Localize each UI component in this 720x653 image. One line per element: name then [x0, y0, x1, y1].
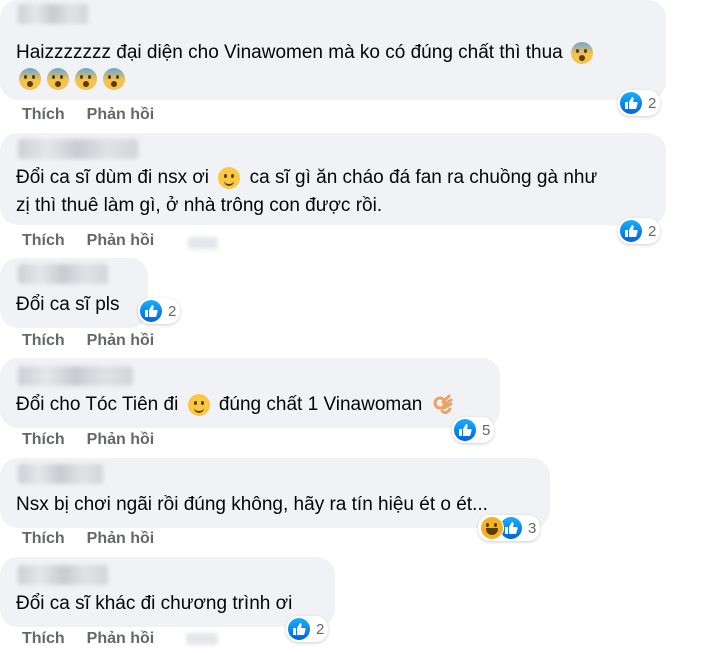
comment-actions: Thích Phản hồi: [22, 332, 176, 350]
ok-hand-icon: [432, 394, 454, 416]
comment-actions: Thích Phản hồi: [22, 431, 176, 449]
anxious-face-icon: [47, 67, 69, 90]
reaction-count: 3: [528, 519, 537, 537]
smile-icon: [187, 393, 210, 416]
anxious-face-icon: [103, 67, 125, 90]
commenter-name-blurred: [18, 464, 103, 484]
commenter-name-blurred: [18, 366, 133, 386]
comment-text: Haizzzzzzz đại diện cho Vinawomen mà ko …: [16, 42, 563, 63]
comment-4: Đổi cho Tóc Tiên đi đúng chất 1 Vinawoma…: [0, 358, 720, 458]
reply-action[interactable]: Phản hồi: [87, 431, 155, 448]
reaction-summary[interactable]: 5: [452, 417, 495, 443]
comment-bubble: Đổi ca sĩ dùm đi nsx ơi ca sĩ gì ăn cháo…: [0, 133, 666, 225]
comment-bubble: Đổi cho Tóc Tiên đi đúng chất 1 Vinawoma…: [0, 358, 500, 428]
comment-text: Đổi cho Tóc Tiên đi: [16, 394, 179, 415]
reply-action[interactable]: Phản hồi: [87, 332, 155, 349]
comment-actions: Thích Phản hồi: [22, 630, 176, 648]
comment-bubble: Đổi ca sĩ pls: [0, 258, 148, 328]
reaction-summary[interactable]: 2: [286, 616, 329, 642]
smile-icon: [218, 166, 241, 189]
comment-3: Đổi ca sĩ pls 2 Thích Phản hồi: [0, 258, 720, 358]
comment-bubble: Haizzzzzzz đại diện cho Vinawomen mà ko …: [0, 0, 666, 100]
reply-action[interactable]: Phản hồi: [87, 106, 155, 123]
like-icon: [454, 419, 476, 441]
reaction-summary[interactable]: 3: [478, 515, 541, 541]
anxious-face-icon: [19, 67, 41, 90]
comment-1: Haizzzzzzz đại diện cho Vinawomen mà ko …: [0, 0, 720, 130]
reaction-count: 2: [648, 94, 657, 112]
comment-text: đúng chất 1 Vinawoman: [218, 394, 423, 415]
reaction-summary[interactable]: 2: [138, 298, 181, 324]
reaction-count: 5: [482, 421, 491, 439]
comment-actions: Thích Phản hồi: [22, 232, 176, 250]
comment-bubble: Nsx bị chơi ngãi rồi đúng không, hãy ra …: [0, 458, 550, 528]
like-action[interactable]: Thích: [22, 106, 65, 123]
reaction-summary[interactable]: 2: [618, 90, 661, 116]
comment-actions: Thích Phản hồi: [22, 530, 176, 548]
like-icon: [620, 92, 642, 114]
reply-action[interactable]: Phản hồi: [87, 530, 155, 547]
comment-text: zị thì thuê làm gì, ở nhà trông con được…: [16, 195, 383, 216]
comment-text: Đổi ca sĩ pls: [16, 294, 120, 315]
commenter-name-blurred: [18, 139, 138, 159]
comment-bubble: Đổi ca sĩ khác đi chương trình ơi: [0, 557, 335, 627]
comment-text: Nsx bị chơi ngãi rồi đúng không, hãy ra …: [16, 494, 488, 515]
reaction-summary[interactable]: 2: [618, 218, 661, 244]
blurred-timestamp: [188, 237, 218, 249]
like-action[interactable]: Thích: [22, 332, 65, 349]
commenter-name-blurred: [18, 264, 108, 284]
comment-text: ca sĩ gì ăn cháo đá fan ra chuồng gà như: [249, 167, 598, 188]
like-action[interactable]: Thích: [22, 232, 65, 249]
reaction-count: 2: [168, 302, 177, 320]
anxious-face-icon: [75, 67, 97, 90]
comment-5: Nsx bị chơi ngãi rồi đúng không, hãy ra …: [0, 458, 720, 556]
comment-6: Đổi ca sĩ khác đi chương trình ơi 2 Thíc…: [0, 557, 720, 653]
like-action[interactable]: Thích: [22, 530, 65, 547]
reply-action[interactable]: Phản hồi: [87, 232, 155, 249]
commenter-name-blurred: [18, 565, 108, 585]
comment-actions: Thích Phản hồi: [22, 106, 176, 124]
comment-text: Đổi ca sĩ dùm đi nsx ơi: [16, 167, 210, 188]
commenter-name-blurred: [18, 4, 88, 24]
blurred-timestamp: [186, 633, 218, 645]
like-icon: [140, 300, 162, 322]
like-action[interactable]: Thích: [22, 630, 65, 647]
like-action[interactable]: Thích: [22, 431, 65, 448]
reaction-count: 2: [648, 222, 657, 240]
reply-action[interactable]: Phản hồi: [87, 630, 155, 647]
anxious-face-icon: [571, 41, 594, 64]
comment-text: Đổi ca sĩ khác đi chương trình ơi: [16, 593, 293, 614]
haha-icon: [480, 516, 504, 540]
like-icon: [288, 618, 310, 640]
like-icon: [620, 220, 642, 242]
reaction-count: 2: [316, 620, 325, 638]
comment-2: Đổi ca sĩ dùm đi nsx ơi ca sĩ gì ăn cháo…: [0, 133, 720, 258]
